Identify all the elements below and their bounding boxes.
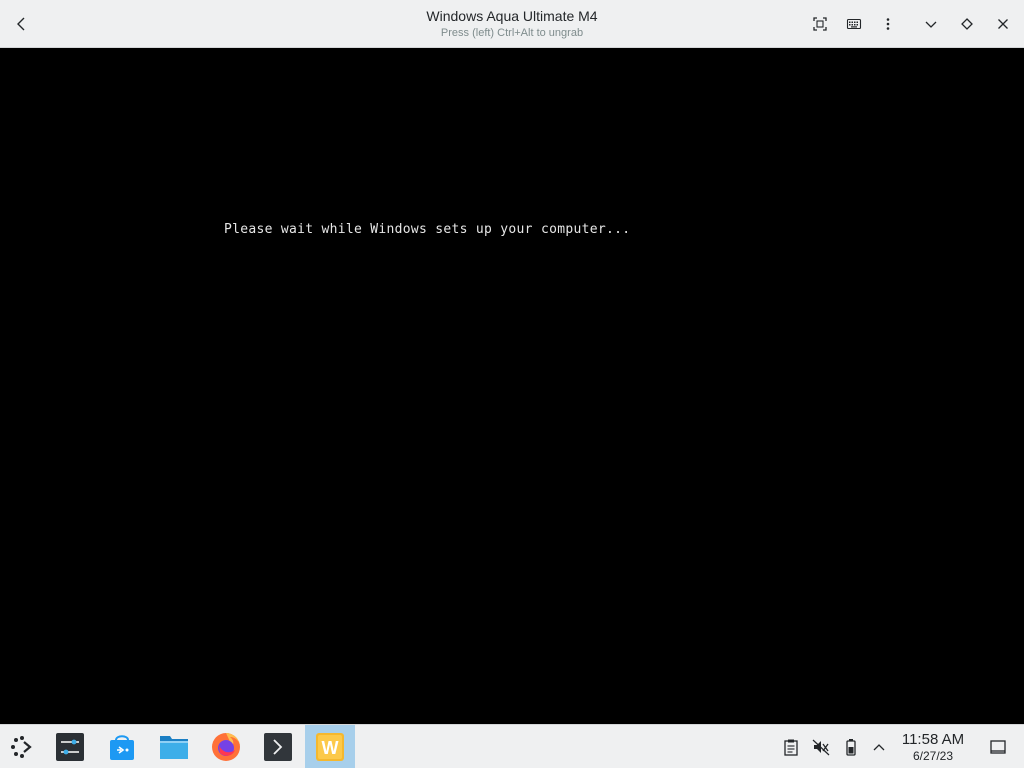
chevron-down-icon [925,21,937,28]
w-icon-letter: W [322,738,339,758]
firefox-icon [212,733,240,761]
fullscreen-icon [813,17,827,31]
window-titlebar: Windows Aqua Ultimate M4 Press (left) Ct… [0,0,1024,48]
show-desktop-icon [990,740,1006,754]
window-title-block: Windows Aqua Ultimate M4 Press (left) Ct… [262,6,762,40]
w-icon: W [316,733,344,761]
muted-speaker-icon [812,739,830,756]
fullscreen-button[interactable] [806,10,834,38]
show-desktop-button[interactable] [986,735,1010,759]
taskbar-terminal[interactable] [253,725,303,768]
vm-display[interactable]: Please wait while Windows sets up your c… [0,48,1024,724]
clipboard-icon [784,739,798,756]
back-button[interactable] [8,10,36,38]
back-icon [17,17,25,31]
discover-icon [110,735,134,760]
tray-battery[interactable] [839,735,863,759]
setup-message: Please wait while Windows sets up your c… [224,222,631,237]
menu-button[interactable] [874,10,902,38]
keyboard-icon [846,18,862,30]
clock-date: 6/27/23 [912,749,954,763]
taskbar-file-manager[interactable] [149,725,199,768]
launcher-icon [11,736,32,758]
taskbar-vm-window[interactable]: W [305,725,355,768]
maximize-button[interactable] [953,10,981,38]
app-launcher-button[interactable] [0,725,44,768]
chevron-up-icon [873,744,885,751]
keyboard-button[interactable] [840,10,868,38]
taskbar-discover[interactable] [97,725,147,768]
battery-icon [846,739,856,756]
tray-expand-button[interactable] [867,735,891,759]
digital-clock[interactable]: 11:58 AM 6/27/23 [896,731,970,763]
taskbar-system-settings[interactable] [45,725,95,768]
minimize-button[interactable] [917,10,945,38]
clock-time: 11:58 AM [901,731,965,748]
tray-volume[interactable] [809,735,833,759]
kebab-menu-icon [886,18,890,30]
taskbar-firefox[interactable] [201,725,251,768]
diamond-icon [961,18,973,30]
folder-icon [160,736,188,759]
window-title: Windows Aqua Ultimate M4 [426,8,598,24]
close-icon [998,19,1008,29]
close-button[interactable] [989,10,1017,38]
taskbar: W 11:58 AM 6/27/23 [0,724,1024,768]
window-subtitle: Press (left) Ctrl+Alt to ungrab [440,27,584,39]
terminal-icon [264,733,292,761]
tray-clipboard[interactable] [779,735,803,759]
settings-icon [56,733,84,761]
